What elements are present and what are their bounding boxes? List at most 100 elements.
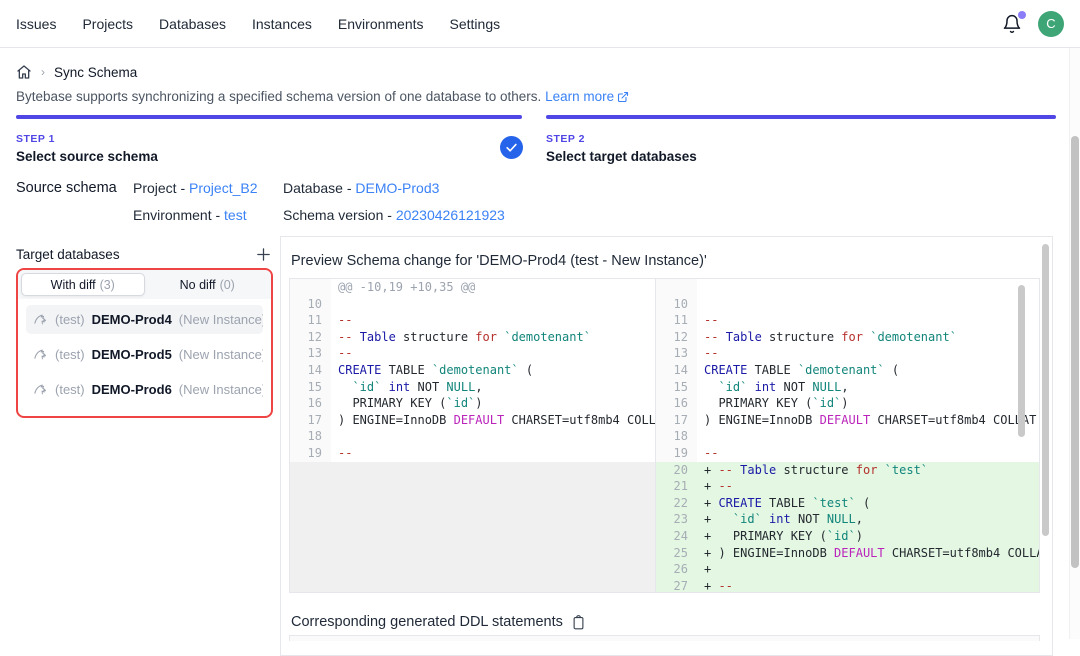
diff-line: 16 PRIMARY KEY (`id`) (290, 395, 655, 412)
source-database-field: Database - DEMO-Prod3 (283, 180, 439, 196)
avatar[interactable]: C (1038, 11, 1064, 37)
chevron-right-icon: › (41, 65, 45, 79)
database-link[interactable]: DEMO-Prod3 (355, 180, 439, 196)
learn-more-link[interactable]: Learn more (545, 89, 614, 104)
source-version-field: Schema version - 20230426121923 (283, 207, 505, 223)
diff-line: 17) ENGINE=InnoDB DEFAULT CHARSET=utf8mb… (656, 412, 1039, 429)
nav-item-instances[interactable]: Instances (252, 16, 312, 32)
db-item-demo-prod5[interactable]: (test) DEMO-Prod5 (New Instance) (26, 340, 263, 369)
db-suffix: (New Instance) (179, 347, 263, 362)
target-database-list: (test) DEMO-Prod4 (New Instance) (test) DEMO… (18, 305, 271, 404)
preview-card: Preview Schema change for 'DEMO-Prod4 (t… (280, 236, 1053, 656)
diff-line: 23+ `id` int NOT NULL, (656, 511, 1039, 528)
diff-line: 20+ -- Table structure for `test` (656, 462, 1039, 479)
preview-title: Preview Schema change for 'DEMO-Prod4 (t… (291, 253, 707, 269)
tab-no-diff-count: (0) (220, 278, 235, 292)
step1-done-check-icon (500, 136, 523, 159)
db-item-demo-prod6[interactable]: (test)DEMO-Prod6(New Instance) (26, 375, 263, 404)
diff-line: 10 (656, 296, 1039, 313)
diff-line: 21+ -- (656, 478, 1039, 495)
target-databases-panel: With diff (3) No diff (0) (test) DEMO-Pro… (16, 268, 273, 418)
breadcrumb: › Sync Schema (16, 64, 137, 80)
db-item-demo-prod4[interactable]: (test)DEMO-Prod4(New Instance) (26, 305, 263, 334)
notification-dot (1018, 11, 1026, 19)
database-label: Database - (283, 180, 355, 196)
navbar-right: C (1002, 11, 1064, 37)
diff-line: 27+ -- (656, 578, 1039, 592)
schema-version-link[interactable]: 20230426121923 (396, 207, 505, 223)
diff-line: 16 PRIMARY KEY (`id`) (656, 395, 1039, 412)
copy-icon[interactable] (571, 615, 586, 630)
diff-pane-original: @@ -10,19 +10,35 @@1011--12-- Table stru… (290, 279, 656, 592)
ddl-section-title: Corresponding generated DDL statements (291, 614, 586, 630)
project-label: Project - (133, 180, 189, 196)
project-link[interactable]: Project_B2 (189, 180, 257, 196)
nav-item-projects[interactable]: Projects (82, 16, 133, 32)
diff-hunk-header: @@ -10,19 +10,35 @@ (290, 279, 655, 296)
tab-no-diff[interactable]: No diff (0) (147, 273, 269, 296)
diff-line: 12-- Table structure for `demotenant` (290, 329, 655, 346)
diff-line: 19-- (656, 445, 1039, 462)
mysql-icon (33, 347, 48, 362)
diff-line: 26+ (656, 561, 1039, 578)
step2-title: Select target databases (546, 149, 697, 164)
target-databases-header: Target databases (16, 244, 273, 264)
diff-line: 13-- (656, 345, 1039, 362)
page-scrollbar-thumb[interactable] (1071, 136, 1079, 568)
tab-no-diff-label: No diff (180, 278, 216, 292)
diff-line: 10 (290, 296, 655, 313)
mysql-icon (33, 382, 48, 397)
tab-with-diff-count: (3) (100, 278, 115, 292)
home-icon[interactable] (16, 64, 32, 80)
environment-link[interactable]: test (224, 207, 247, 223)
nav-item-issues[interactable]: Issues (16, 16, 56, 32)
tab-with-diff-label: With diff (51, 278, 96, 292)
diff-pane-scrollbar[interactable] (1018, 285, 1025, 437)
nav-item-settings[interactable]: Settings (450, 16, 501, 32)
source-environment-field: Environment - test (133, 207, 247, 223)
ddl-code-block-top (289, 635, 1040, 641)
db-name: DEMO-Prod5 (92, 347, 172, 362)
diff-pane-modified: 1011--12-- Table structure for `demotena… (656, 279, 1039, 592)
diff-line: 24+ PRIMARY KEY (`id`) (656, 528, 1039, 545)
db-name: DEMO-Prod4 (92, 312, 172, 327)
step1-title: Select source schema (16, 149, 158, 164)
source-schema-label: Source schema (16, 180, 117, 196)
diff-line: 18 (290, 428, 655, 445)
schema-diff-editor[interactable]: @@ -10,19 +10,35 @@1011--12-- Table stru… (289, 278, 1040, 593)
card-scrollbar[interactable] (1042, 244, 1049, 536)
diff-line: 18 (656, 428, 1039, 445)
step2-progress-bar (546, 115, 1056, 119)
diff-line: 14CREATE TABLE `demotenant` ( (290, 362, 655, 379)
diff-line: 15 `id` int NOT NULL, (656, 379, 1039, 396)
diff-line: 19-- (290, 445, 655, 462)
intro-description: Bytebase supports synchronizing a specif… (16, 89, 541, 104)
db-env: (test) (55, 347, 85, 362)
tab-with-diff[interactable]: With diff (3) (21, 273, 145, 296)
diff-line: 12-- Table structure for `demotenant` (656, 329, 1039, 346)
step2-label: STEP 2 (546, 133, 697, 145)
db-name: DEMO-Prod6 (92, 382, 172, 397)
mysql-icon (33, 312, 48, 327)
diff-empty-region (290, 462, 655, 592)
breadcrumb-page-title: Sync Schema (54, 65, 137, 80)
diff-line: 14CREATE TABLE `demotenant` ( (656, 362, 1039, 379)
db-env: (test) (55, 312, 85, 327)
nav-item-environments[interactable]: Environments (338, 16, 424, 32)
ddl-title-text: Corresponding generated DDL statements (291, 614, 563, 630)
page-scrollbar-track (1069, 48, 1080, 639)
external-link-icon (617, 91, 629, 106)
environment-label: Environment - (133, 207, 224, 223)
step1-label: STEP 1 (16, 133, 158, 145)
db-env: (test) (55, 382, 85, 397)
nav-item-databases[interactable]: Databases (159, 16, 226, 32)
notification-bell-icon[interactable] (1002, 14, 1022, 34)
diff-line: 11-- (656, 312, 1039, 329)
diff-line: 22+ CREATE TABLE `test` ( (656, 495, 1039, 512)
diff-line: 11-- (290, 312, 655, 329)
diff-line: 13-- (290, 345, 655, 362)
target-databases-title: Target databases (16, 247, 120, 262)
add-target-database-button[interactable] (253, 244, 273, 264)
diff-tabs: With diff (3) No diff (0) (18, 270, 271, 299)
source-project-field: Project - Project_B2 (133, 180, 258, 196)
